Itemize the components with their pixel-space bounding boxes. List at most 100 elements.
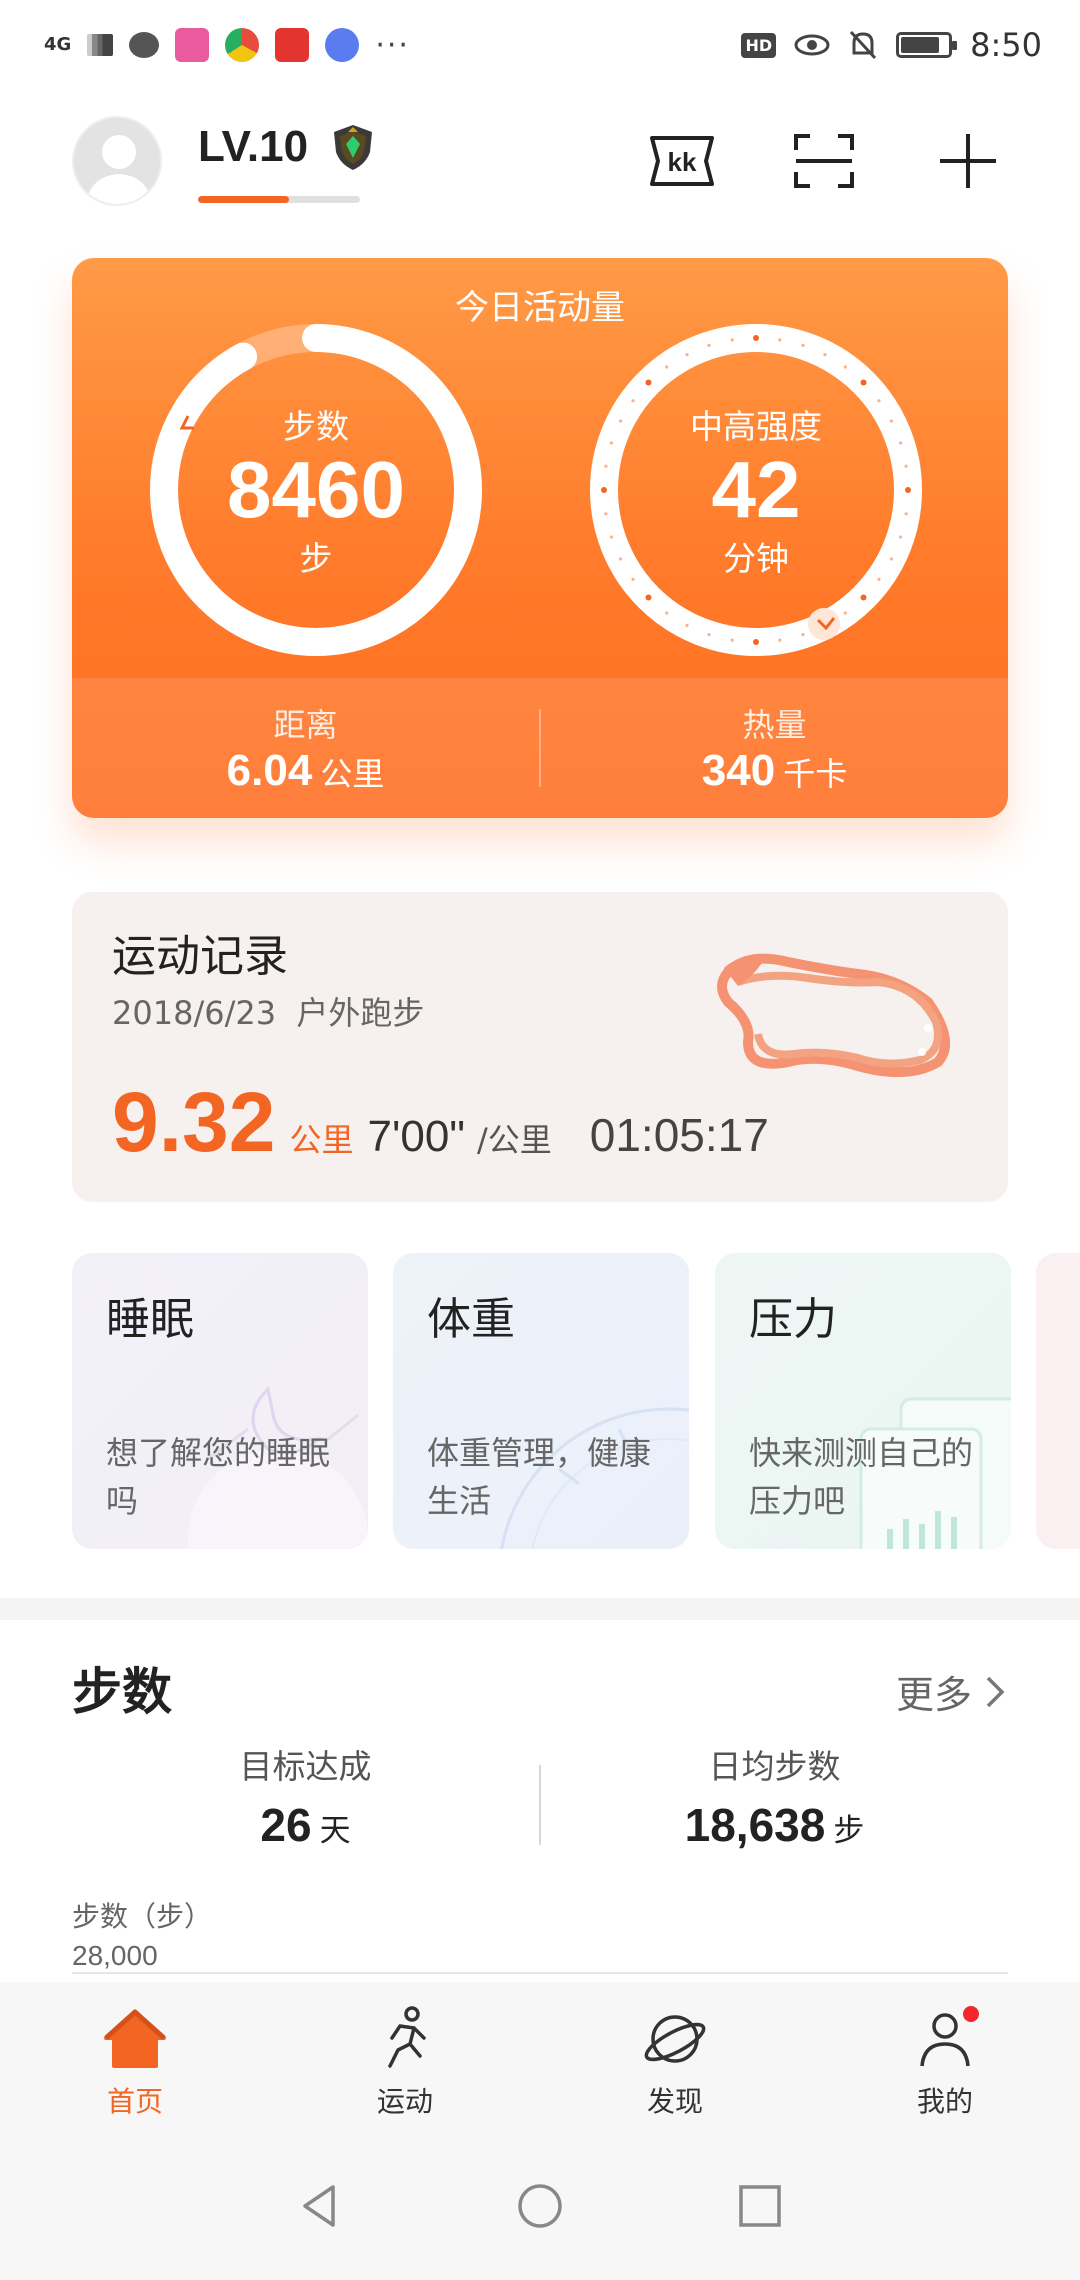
record-duration: 01:05:17 <box>589 1109 769 1161</box>
hd-icon: HD <box>741 32 777 58</box>
avg-value: 18,638 <box>684 1799 826 1851</box>
scan-button[interactable] <box>786 128 862 194</box>
goal-unit: 天 <box>319 1813 351 1849</box>
avatar[interactable] <box>72 116 162 206</box>
nav-home-label: 首页 <box>106 2085 163 2118</box>
distance-summary: 距离 6.04 公里 <box>72 678 539 818</box>
goal-label: 目标达成 <box>239 1747 372 1786</box>
distance-value: 6.04 <box>226 746 313 795</box>
goal-value: 26 <box>260 1799 312 1851</box>
planet-icon <box>644 2015 706 2063</box>
sleep-card-desc: 想了解您的睡眠吗 <box>106 1434 331 1520</box>
avg-unit: 步 <box>833 1813 865 1849</box>
wechat-icon <box>129 32 160 58</box>
app-notification-icon <box>275 28 310 62</box>
chrome-icon <box>225 28 260 62</box>
nav-home[interactable]: 首页 <box>0 1982 270 2132</box>
intensity-ring[interactable]: 中高强度 42 分钟 <box>586 320 926 660</box>
chevron-right-icon <box>986 1676 1005 1707</box>
today-activity-card[interactable]: 今日活动量 步数 8460 步 中高强度 42 分钟 距离 6.04 公里 热量… <box>72 258 1008 818</box>
daily-average-steps: 日均步数 18,638 步 <box>541 1740 1008 1870</box>
calories-value: 340 <box>701 746 776 795</box>
battery-icon <box>896 32 958 58</box>
intensity-unit: 分钟 <box>723 539 789 578</box>
add-button[interactable] <box>930 128 1006 194</box>
more-label: 更多 <box>895 1673 972 1717</box>
clock: 8:50 <box>970 26 1042 64</box>
intensity-label: 中高强度 <box>690 407 822 446</box>
steps-chart-gridline <box>72 1972 1008 1974</box>
steps-section-title: 步数 <box>72 1663 172 1721</box>
steps-unit: 步 <box>299 539 333 578</box>
sleep-card-title: 睡眠 <box>106 1294 194 1345</box>
record-pace: 7'00" <box>367 1112 465 1161</box>
eye-comfort-icon <box>794 34 830 56</box>
nav-discover-label: 发现 <box>646 2085 703 2118</box>
section-divider <box>0 1598 1080 1620</box>
avg-label: 日均步数 <box>708 1747 841 1786</box>
steps-chart-axis-label: 步数（步） <box>72 1900 213 1933</box>
stress-card-desc: 快来测测自己的压力吧 <box>749 1434 974 1520</box>
status-bar: 4G ··· HD 8:50 <box>0 0 1080 90</box>
intensity-value: 42 <box>711 445 801 534</box>
user-level[interactable]: LV.10 <box>198 122 308 172</box>
recents-icon[interactable] <box>735 2181 785 2231</box>
app-notification-icon <box>175 28 210 62</box>
record-subtitle: 2018/6/23 户外跑步 <box>112 988 424 1034</box>
system-navigation-bar <box>0 2132 1080 2280</box>
health-app-home: 4G ··· HD 8:50 LV.10 kk 今日活动量 步数 8460 步 … <box>0 0 1080 2280</box>
weight-card-title: 体重 <box>427 1294 515 1345</box>
more-link[interactable]: 更多 <box>896 1664 1008 1719</box>
music-icon <box>325 28 360 62</box>
calories-unit: 千卡 <box>783 755 848 793</box>
scan-icon <box>794 134 854 188</box>
steps-ring[interactable]: 步数 8460 步 <box>146 320 486 660</box>
record-type: 户外跑步 <box>296 994 425 1032</box>
record-distance: 9.32 <box>112 1075 276 1169</box>
svg-text:kk: kk <box>668 147 697 177</box>
home-button-icon[interactable] <box>515 2181 565 2231</box>
route-map-thumbnail <box>717 953 950 1078</box>
app-header: LV.10 kk <box>0 100 1080 220</box>
next-card-peek[interactable] <box>1036 1253 1080 1549</box>
calories-summary: 热量 340 千卡 <box>541 678 1008 818</box>
level-progress-bar <box>198 196 360 203</box>
exercise-record-card[interactable]: 运动记录 2018/6/23 户外跑步 9.32 公里 7'00" /公里 01… <box>72 892 1008 1202</box>
stress-card[interactable]: 压力 快来测测自己的压力吧 <box>715 1253 1011 1549</box>
kk-icon: kk <box>650 136 714 186</box>
health-cards-carousel[interactable]: 睡眠 想了解您的睡眠吗 体重 体重管理，健康生活 压力 快来测测自己的压力吧 <box>72 1253 1080 1549</box>
weight-card[interactable]: 体重 体重管理，健康生活 <box>393 1253 689 1549</box>
notification-dot <box>963 2006 979 2022</box>
activity-summary: 距离 6.04 公里 热量 340 千卡 <box>72 678 1008 818</box>
steps-value: 8460 <box>227 445 405 534</box>
steps-chart-max-tick: 28,000 <box>72 1940 158 1971</box>
signal-icon <box>87 34 114 56</box>
steps-label: 步数 <box>283 407 349 446</box>
nav-discover[interactable]: 发现 <box>540 1982 810 2132</box>
nav-exercise-label: 运动 <box>376 2085 433 2118</box>
goal-achieved: 目标达成 26 天 <box>72 1740 539 1870</box>
weight-card-desc: 体重管理，健康生活 <box>427 1434 652 1520</box>
record-pace-unit: /公里 <box>476 1121 552 1159</box>
stress-card-title: 压力 <box>749 1294 837 1345</box>
distance-unit: 公里 <box>320 755 385 793</box>
record-stats: 9.32 公里 7'00" /公里 01:05:17 <box>112 1074 769 1171</box>
more-notifications-icon: ··· <box>375 27 410 63</box>
nav-me-label: 我的 <box>916 2085 973 2118</box>
nav-me[interactable]: 我的 <box>810 1982 1080 2132</box>
record-date: 2018/6/23 <box>112 994 277 1032</box>
home-icon <box>104 2009 166 2068</box>
running-icon <box>388 2006 426 2068</box>
level-shield-icon <box>334 125 372 170</box>
distance-label: 距离 <box>273 706 338 744</box>
nav-exercise[interactable]: 运动 <box>270 1982 540 2132</box>
kk-button[interactable]: kk <box>644 128 720 194</box>
record-title: 运动记录 <box>112 931 288 982</box>
back-icon[interactable] <box>295 2181 345 2231</box>
mute-icon <box>850 30 877 60</box>
steps-stats: 目标达成 26 天 日均步数 18,638 步 <box>72 1740 1008 1870</box>
sleep-card[interactable]: 睡眠 想了解您的睡眠吗 <box>72 1253 368 1549</box>
bottom-navigation: 首页 运动 发现 我的 <box>0 1982 1080 2132</box>
calories-label: 热量 <box>742 706 807 744</box>
plus-icon <box>940 134 996 188</box>
